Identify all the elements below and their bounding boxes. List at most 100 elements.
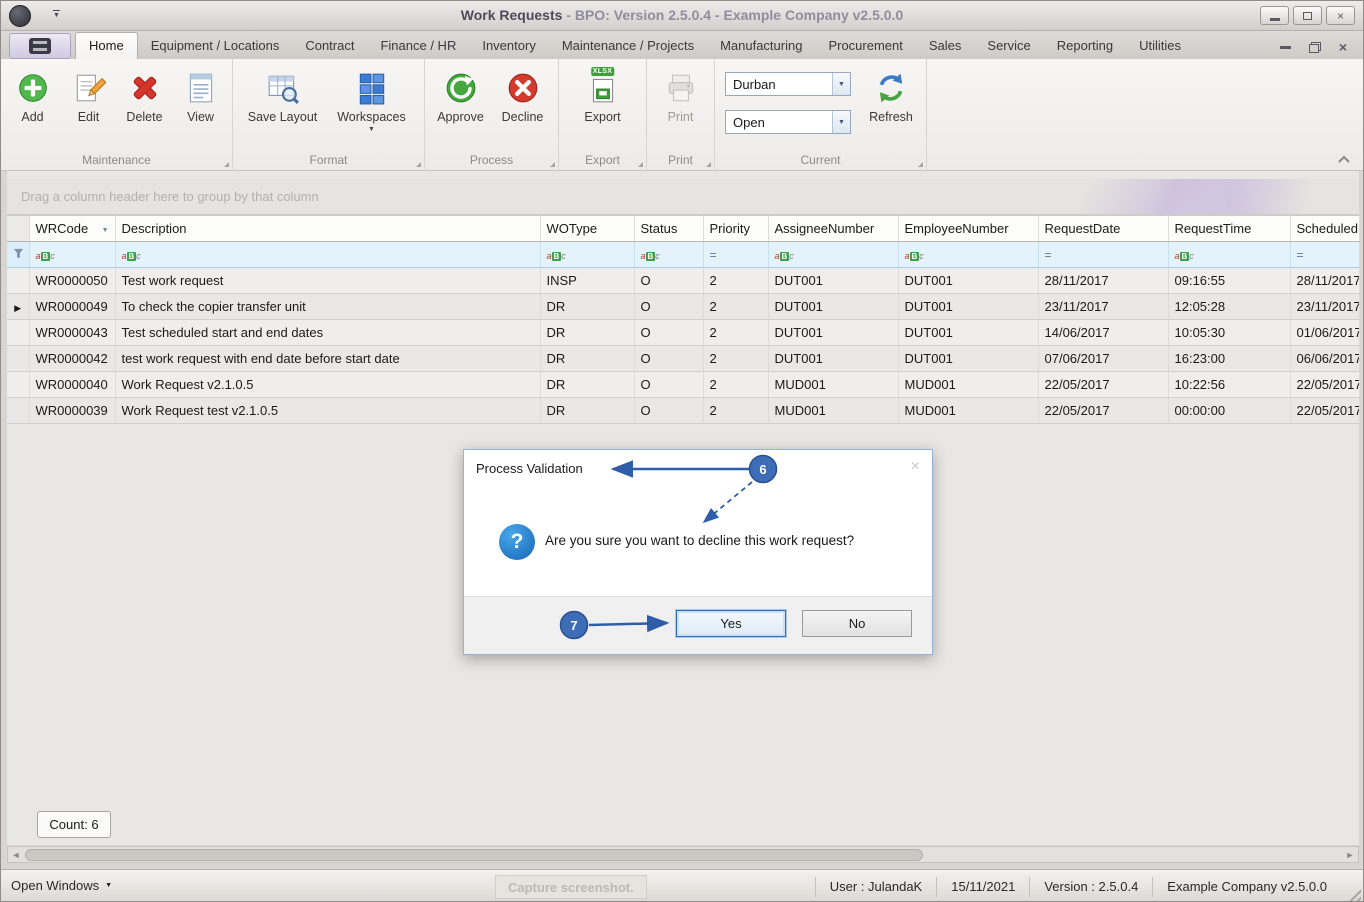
column-header-requestdate[interactable]: RequestDate (1038, 216, 1168, 242)
group-maintenance: Add Edit Delete View Maintenance (1, 59, 233, 171)
mdi-minimize-icon[interactable] (1280, 46, 1291, 49)
refresh-button[interactable]: Refresh (862, 59, 920, 124)
export-button[interactable]: XLSX Export (568, 59, 638, 124)
filter-cell-status[interactable]: aBc (634, 242, 703, 268)
filter-cell-wotype[interactable]: aBc (540, 242, 634, 268)
group-launcher-icon[interactable] (416, 162, 421, 167)
status-select[interactable]: Open ▼ (725, 110, 851, 134)
group-label-process: Process (470, 153, 513, 167)
group-launcher-icon[interactable] (706, 162, 711, 167)
status-bar: Open Windows ▼ Capture screenshot. User … (1, 869, 1363, 902)
table-row[interactable]: WR0000039Work Request test v2.1.0.5DRO2M… (7, 398, 1359, 424)
print-button[interactable]: Print (651, 59, 711, 124)
decline-icon (506, 71, 540, 105)
column-header-priority[interactable]: Priority (703, 216, 768, 242)
group-label-format: Format (309, 153, 347, 167)
filter-cell-scheduled[interactable]: = (1290, 242, 1359, 268)
status-company: Example Company v2.5.0.0 (1152, 877, 1341, 897)
tab-manufacturing[interactable]: Manufacturing (707, 33, 815, 59)
horizontal-scrollbar[interactable]: ◄ ► (7, 846, 1359, 863)
table-row[interactable]: WR0000040Work Request v2.1.0.5DRO2MUD001… (7, 372, 1359, 398)
abc-filter-icon: aBc (547, 251, 566, 261)
group-current: Durban ▼ Open ▼ Refresh Current (715, 59, 927, 171)
column-header-requesttime[interactable]: RequestTime (1168, 216, 1290, 242)
save-layout-icon (266, 71, 300, 105)
export-icon (586, 71, 620, 105)
filter-dropdown-icon[interactable]: ▼ (102, 227, 109, 234)
filter-cell-description[interactable]: aBc (115, 242, 540, 268)
table-row-selected[interactable]: ▶ WR0000049To check the copier transfer … (7, 294, 1359, 320)
workspaces-button[interactable]: Workspaces ▼ (326, 59, 418, 133)
print-icon (664, 71, 698, 105)
tab-finance-hr[interactable]: Finance / HR (367, 33, 469, 59)
filter-cell-priority[interactable]: = (703, 242, 768, 268)
abc-filter-icon: aBc (122, 251, 141, 261)
abc-filter-icon: aBc (641, 251, 660, 261)
site-select[interactable]: Durban ▼ (725, 72, 851, 96)
tab-reporting[interactable]: Reporting (1044, 33, 1126, 59)
tab-maintenance-projects[interactable]: Maintenance / Projects (549, 33, 707, 59)
save-layout-button[interactable]: Save Layout (240, 59, 326, 124)
column-header-employeenumber[interactable]: EmployeeNumber (898, 216, 1038, 242)
tab-contract[interactable]: Contract (292, 33, 367, 59)
yes-button[interactable]: Yes (676, 610, 786, 637)
open-windows-menu[interactable]: Open Windows ▼ (11, 878, 112, 893)
group-by-bar[interactable]: Drag a column header here to group by th… (7, 179, 1359, 215)
close-button[interactable]: × (1326, 6, 1355, 25)
resize-grip[interactable] (1346, 886, 1361, 901)
application-menu-button[interactable] (9, 33, 71, 59)
group-launcher-icon[interactable] (224, 162, 229, 167)
filter-cell-assigneenumber[interactable]: aBc (768, 242, 898, 268)
no-button[interactable]: No (802, 610, 912, 637)
minimize-button[interactable] (1260, 6, 1289, 25)
group-label-export: Export (585, 153, 620, 167)
process-validation-dialog: Process Validation × ? Are you sure you … (463, 449, 933, 655)
scroll-right-icon[interactable]: ► (1342, 850, 1358, 860)
ribbon-collapse-icon[interactable] (1337, 154, 1351, 164)
add-button[interactable]: Add (5, 59, 61, 124)
column-header-wrcode[interactable]: ▼WRCode (29, 216, 115, 242)
column-header-status[interactable]: Status (634, 216, 703, 242)
tab-sales[interactable]: Sales (916, 33, 975, 59)
group-launcher-icon[interactable] (638, 162, 643, 167)
tab-service[interactable]: Service (974, 33, 1043, 59)
delete-button[interactable]: Delete (117, 59, 173, 124)
maximize-button[interactable] (1293, 6, 1322, 25)
filter-cell-wrcode[interactable]: aBc (29, 242, 115, 268)
decline-button[interactable]: Decline (492, 59, 554, 124)
table-row[interactable]: WR0000050Test work requestINSPO2DUT001DU… (7, 268, 1359, 294)
group-label-current: Current (800, 153, 840, 167)
view-button[interactable]: View (173, 59, 229, 124)
filter-cell-requestdate[interactable]: = (1038, 242, 1168, 268)
status-select-caret-icon[interactable]: ▼ (832, 111, 850, 133)
scrollbar-thumb[interactable] (25, 849, 923, 861)
tab-inventory[interactable]: Inventory (469, 33, 548, 59)
mdi-restore-icon[interactable] (1309, 42, 1321, 53)
tab-equipment-locations[interactable]: Equipment / Locations (138, 33, 293, 59)
open-windows-caret-icon: ▼ (105, 882, 112, 889)
filter-cell-requesttime[interactable]: aBc (1168, 242, 1290, 268)
capture-screenshot-button[interactable]: Capture screenshot. (495, 875, 647, 899)
edit-button[interactable]: Edit (61, 59, 117, 124)
window-title-sub: - BPO: Version 2.5.0.4 - Example Company… (562, 7, 903, 23)
tab-utilities[interactable]: Utilities (1126, 33, 1194, 59)
site-select-caret-icon[interactable]: ▼ (832, 73, 850, 95)
column-header-scheduled[interactable]: Scheduled (1290, 216, 1359, 242)
filter-cell-employeenumber[interactable]: aBc (898, 242, 1038, 268)
group-by-hint: Drag a column header here to group by th… (21, 189, 319, 204)
tab-procurement[interactable]: Procurement (815, 33, 915, 59)
column-header-wotype[interactable]: WOType (540, 216, 634, 242)
refresh-icon (874, 71, 908, 105)
tab-home[interactable]: Home (75, 32, 138, 59)
column-header-description[interactable]: Description (115, 216, 540, 242)
column-header-assigneenumber[interactable]: AssigneeNumber (768, 216, 898, 242)
table-row[interactable]: WR0000043Test scheduled start and end da… (7, 320, 1359, 346)
table-row[interactable]: WR0000042test work request with end date… (7, 346, 1359, 372)
group-launcher-icon[interactable] (550, 162, 555, 167)
group-launcher-icon[interactable] (918, 162, 923, 167)
approve-button[interactable]: Approve (430, 59, 492, 124)
row-gutter-header (7, 216, 29, 242)
scroll-left-icon[interactable]: ◄ (8, 850, 24, 860)
close-icon: × (1337, 10, 1344, 22)
mdi-close-icon[interactable]: × (1339, 42, 1347, 53)
